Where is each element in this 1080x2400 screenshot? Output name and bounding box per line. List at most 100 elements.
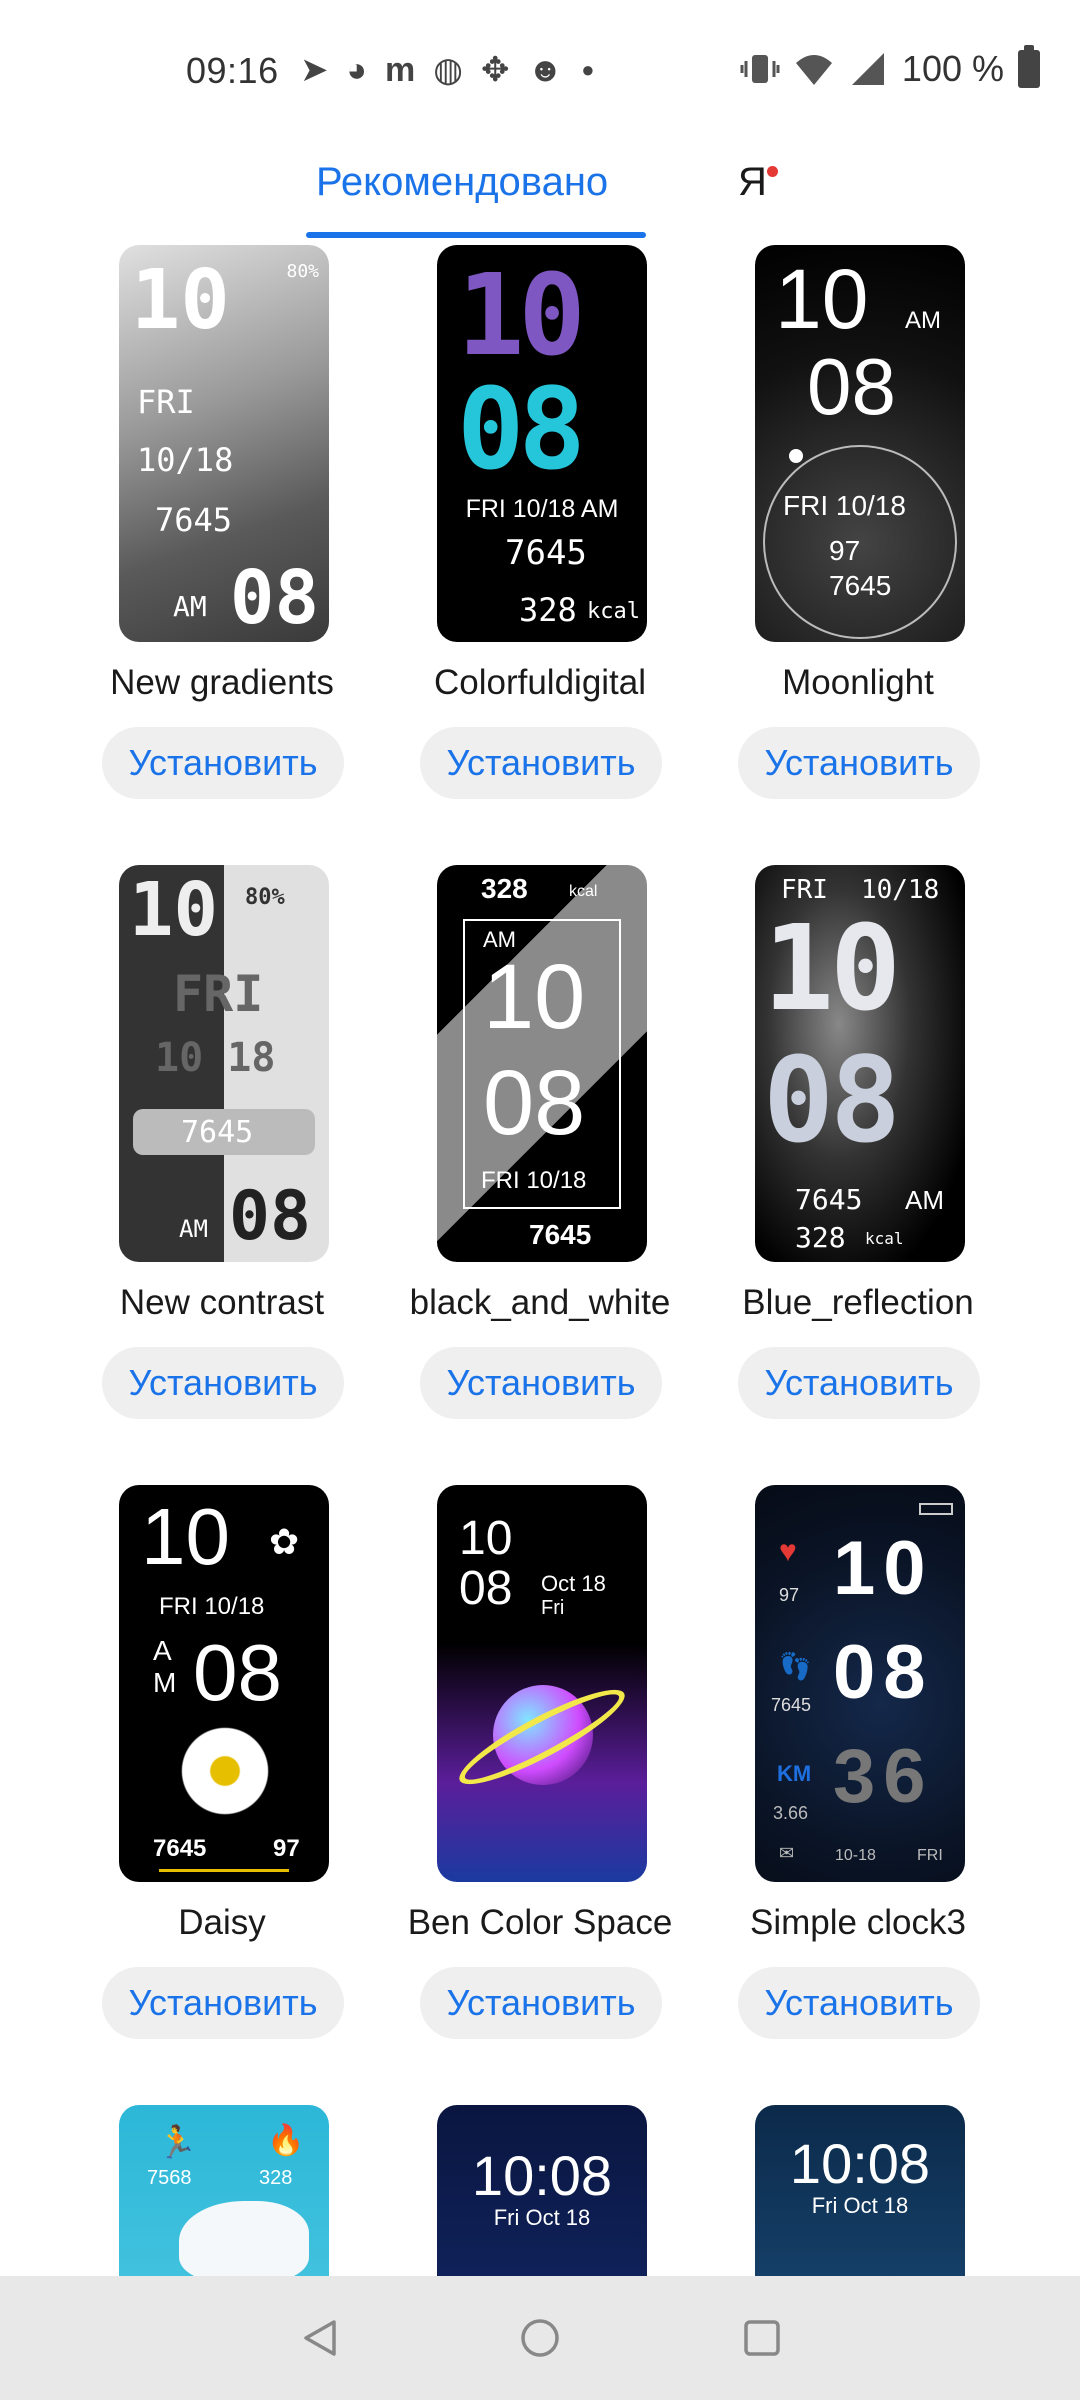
install-button[interactable]: Установить bbox=[738, 1347, 980, 1419]
face-minute: 08 bbox=[229, 555, 319, 641]
install-button[interactable]: Установить bbox=[420, 727, 662, 799]
face-steps: 7645 bbox=[155, 501, 233, 539]
dot-icon: ● bbox=[581, 57, 595, 82]
watchface-preview[interactable]: 10 ✿ FRI 10/18 A M 08 7645 97 bbox=[119, 1485, 329, 1882]
install-button[interactable]: Установить bbox=[420, 1967, 662, 2039]
face-day: Fri bbox=[541, 1597, 565, 1619]
status-time: 09:16 bbox=[186, 50, 279, 91]
system-status: 100 % bbox=[740, 45, 1040, 90]
face-kcal: 328 bbox=[259, 2167, 293, 2189]
tab-indicator bbox=[306, 232, 646, 238]
face-steps: 7645 bbox=[829, 570, 892, 601]
watchface-preview[interactable]: ♥ 97 👣 7645 KM 3.66 10 08 36 ✉ 10-18 FRI bbox=[755, 1485, 965, 1882]
face-second: 36 bbox=[833, 1734, 934, 1819]
face-steps: 7645 bbox=[181, 1115, 254, 1150]
face-day: FRI bbox=[917, 1847, 943, 1864]
face-minute: 08 bbox=[763, 1031, 901, 1169]
install-button[interactable]: Установить bbox=[738, 1967, 980, 2039]
face-hour: 10 bbox=[129, 867, 219, 953]
face-date: 10-18 bbox=[835, 1847, 876, 1864]
watchface-title: black_and_white bbox=[409, 1283, 671, 1322]
face-accent-line bbox=[159, 1869, 289, 1872]
watchface-title: New contrast bbox=[119, 1283, 325, 1322]
face-date: Fri Oct 18 bbox=[811, 2193, 909, 2218]
home-icon[interactable] bbox=[518, 2316, 562, 2360]
heart-icon: ♥ bbox=[779, 1535, 797, 1568]
face-minute: 08 bbox=[483, 1052, 586, 1154]
face-ampm: AM bbox=[905, 1185, 944, 1215]
face-day: FRI bbox=[173, 965, 264, 1023]
install-button[interactable]: Установить bbox=[738, 727, 980, 799]
face-date: 10 18 bbox=[155, 1035, 276, 1081]
install-button[interactable]: Установить bbox=[420, 1347, 662, 1419]
face-kcal-unit: kcal bbox=[569, 883, 598, 900]
flame-icon: 🔥 bbox=[267, 2124, 305, 2157]
face-steps: 7645 bbox=[795, 1183, 863, 1216]
vibrate-icon bbox=[740, 55, 780, 83]
move-icon: ✥ bbox=[480, 51, 510, 89]
watchface-title: New gradients bbox=[110, 663, 334, 702]
tab-me[interactable]: Я bbox=[738, 160, 767, 205]
globe-icon: ◍ bbox=[433, 51, 463, 89]
face-kcal-unit: kcal bbox=[865, 1229, 904, 1248]
face-hour: 10 bbox=[141, 1492, 230, 1581]
back-icon[interactable] bbox=[298, 2316, 342, 2360]
mail-icon: ✉ bbox=[779, 1843, 795, 1863]
telegram-icon: ➤ bbox=[300, 51, 329, 89]
face-ampm: AM bbox=[179, 1215, 208, 1243]
watchface-title: Colorfuldigital bbox=[433, 663, 647, 702]
face-battery: 80% bbox=[286, 261, 319, 282]
watchface-preview[interactable]: 10 08 Oct 18 Fri bbox=[437, 1485, 647, 1882]
polar-bear-image bbox=[179, 2201, 309, 2281]
watchface-preview[interactable]: 10 08 FRI 10/18 AM 7645 328 kcal bbox=[437, 245, 647, 642]
watchface-title: Moonlight bbox=[782, 663, 934, 702]
emoji-icon: ☻ bbox=[527, 51, 564, 89]
face-hour: 10 bbox=[459, 1512, 513, 1565]
face-steps: 7568 bbox=[147, 2167, 192, 2189]
m-app-icon: m bbox=[385, 51, 416, 89]
face-a: A bbox=[153, 1635, 172, 1666]
face-hour: 10 bbox=[131, 253, 230, 348]
moon-dot bbox=[789, 449, 803, 463]
face-heart: 97 bbox=[779, 1585, 800, 1605]
install-button[interactable]: Установить bbox=[102, 1347, 344, 1419]
watchface-title: Daisy bbox=[178, 1903, 266, 1942]
install-button[interactable]: Установить bbox=[102, 1967, 344, 2039]
tab-recommended[interactable]: Рекомендовано bbox=[316, 160, 608, 205]
battery-small-icon bbox=[919, 1503, 953, 1515]
recents-icon[interactable] bbox=[740, 2316, 784, 2360]
battery-percent: 100 % bbox=[901, 48, 1004, 89]
small-daisy-icon: ✿ bbox=[269, 1521, 300, 1562]
face-km-label: KM bbox=[777, 1761, 812, 1786]
face-steps: 7645 bbox=[771, 1695, 812, 1715]
status-bar: 09:16 ➤ ◕ m ◍ ✥ ☻ ● 100 % bbox=[0, 0, 1080, 140]
face-km: 3.66 bbox=[773, 1803, 809, 1823]
face-date: Oct 18 bbox=[541, 1571, 606, 1596]
face-steps: 7645 bbox=[529, 1219, 592, 1250]
run-icon: 🏃 bbox=[157, 2124, 197, 2160]
watchface-preview[interactable]: 10 80% FRI 10 18 7645 AM 08 bbox=[119, 865, 329, 1262]
signal-icon bbox=[851, 53, 884, 85]
daisy-flower-icon bbox=[175, 1721, 275, 1821]
face-minute: 08 bbox=[457, 365, 586, 495]
face-date: 10/18 bbox=[137, 441, 234, 479]
face-steps: 7645 bbox=[505, 533, 587, 573]
face-time: 10:08 bbox=[471, 2144, 613, 2207]
face-kcal: 328 bbox=[481, 873, 528, 904]
battery-icon bbox=[1018, 45, 1040, 88]
watchface-preview[interactable]: 10 80% FRI 10/18 7645 AM 08 bbox=[119, 245, 329, 642]
install-button[interactable]: Установить bbox=[102, 727, 344, 799]
watchface-preview[interactable]: 10 AM 08 FRI 10/18 97 7645 bbox=[755, 245, 965, 642]
face-date: FRI 10/18 bbox=[481, 1167, 587, 1194]
face-hour: 10 bbox=[763, 899, 901, 1037]
watchface-preview[interactable]: 328 kcal AM 10 08 FRI 10/18 7645 bbox=[437, 865, 647, 1262]
face-line: FRI 10/18 AM bbox=[465, 495, 619, 523]
face-minute: 08 bbox=[833, 1630, 934, 1715]
watchface-title: Blue_reflection bbox=[742, 1283, 974, 1322]
face-kcal-unit: kcal bbox=[587, 599, 640, 624]
face-minute: 08 bbox=[459, 1562, 513, 1615]
watchface-preview[interactable]: FRI 10/18 10 08 7645 AM 328 kcal bbox=[755, 865, 965, 1262]
face-date: Fri Oct 18 bbox=[493, 2205, 591, 2230]
wifi-icon bbox=[795, 55, 832, 85]
face-date: FRI 10/18 bbox=[159, 1593, 265, 1620]
